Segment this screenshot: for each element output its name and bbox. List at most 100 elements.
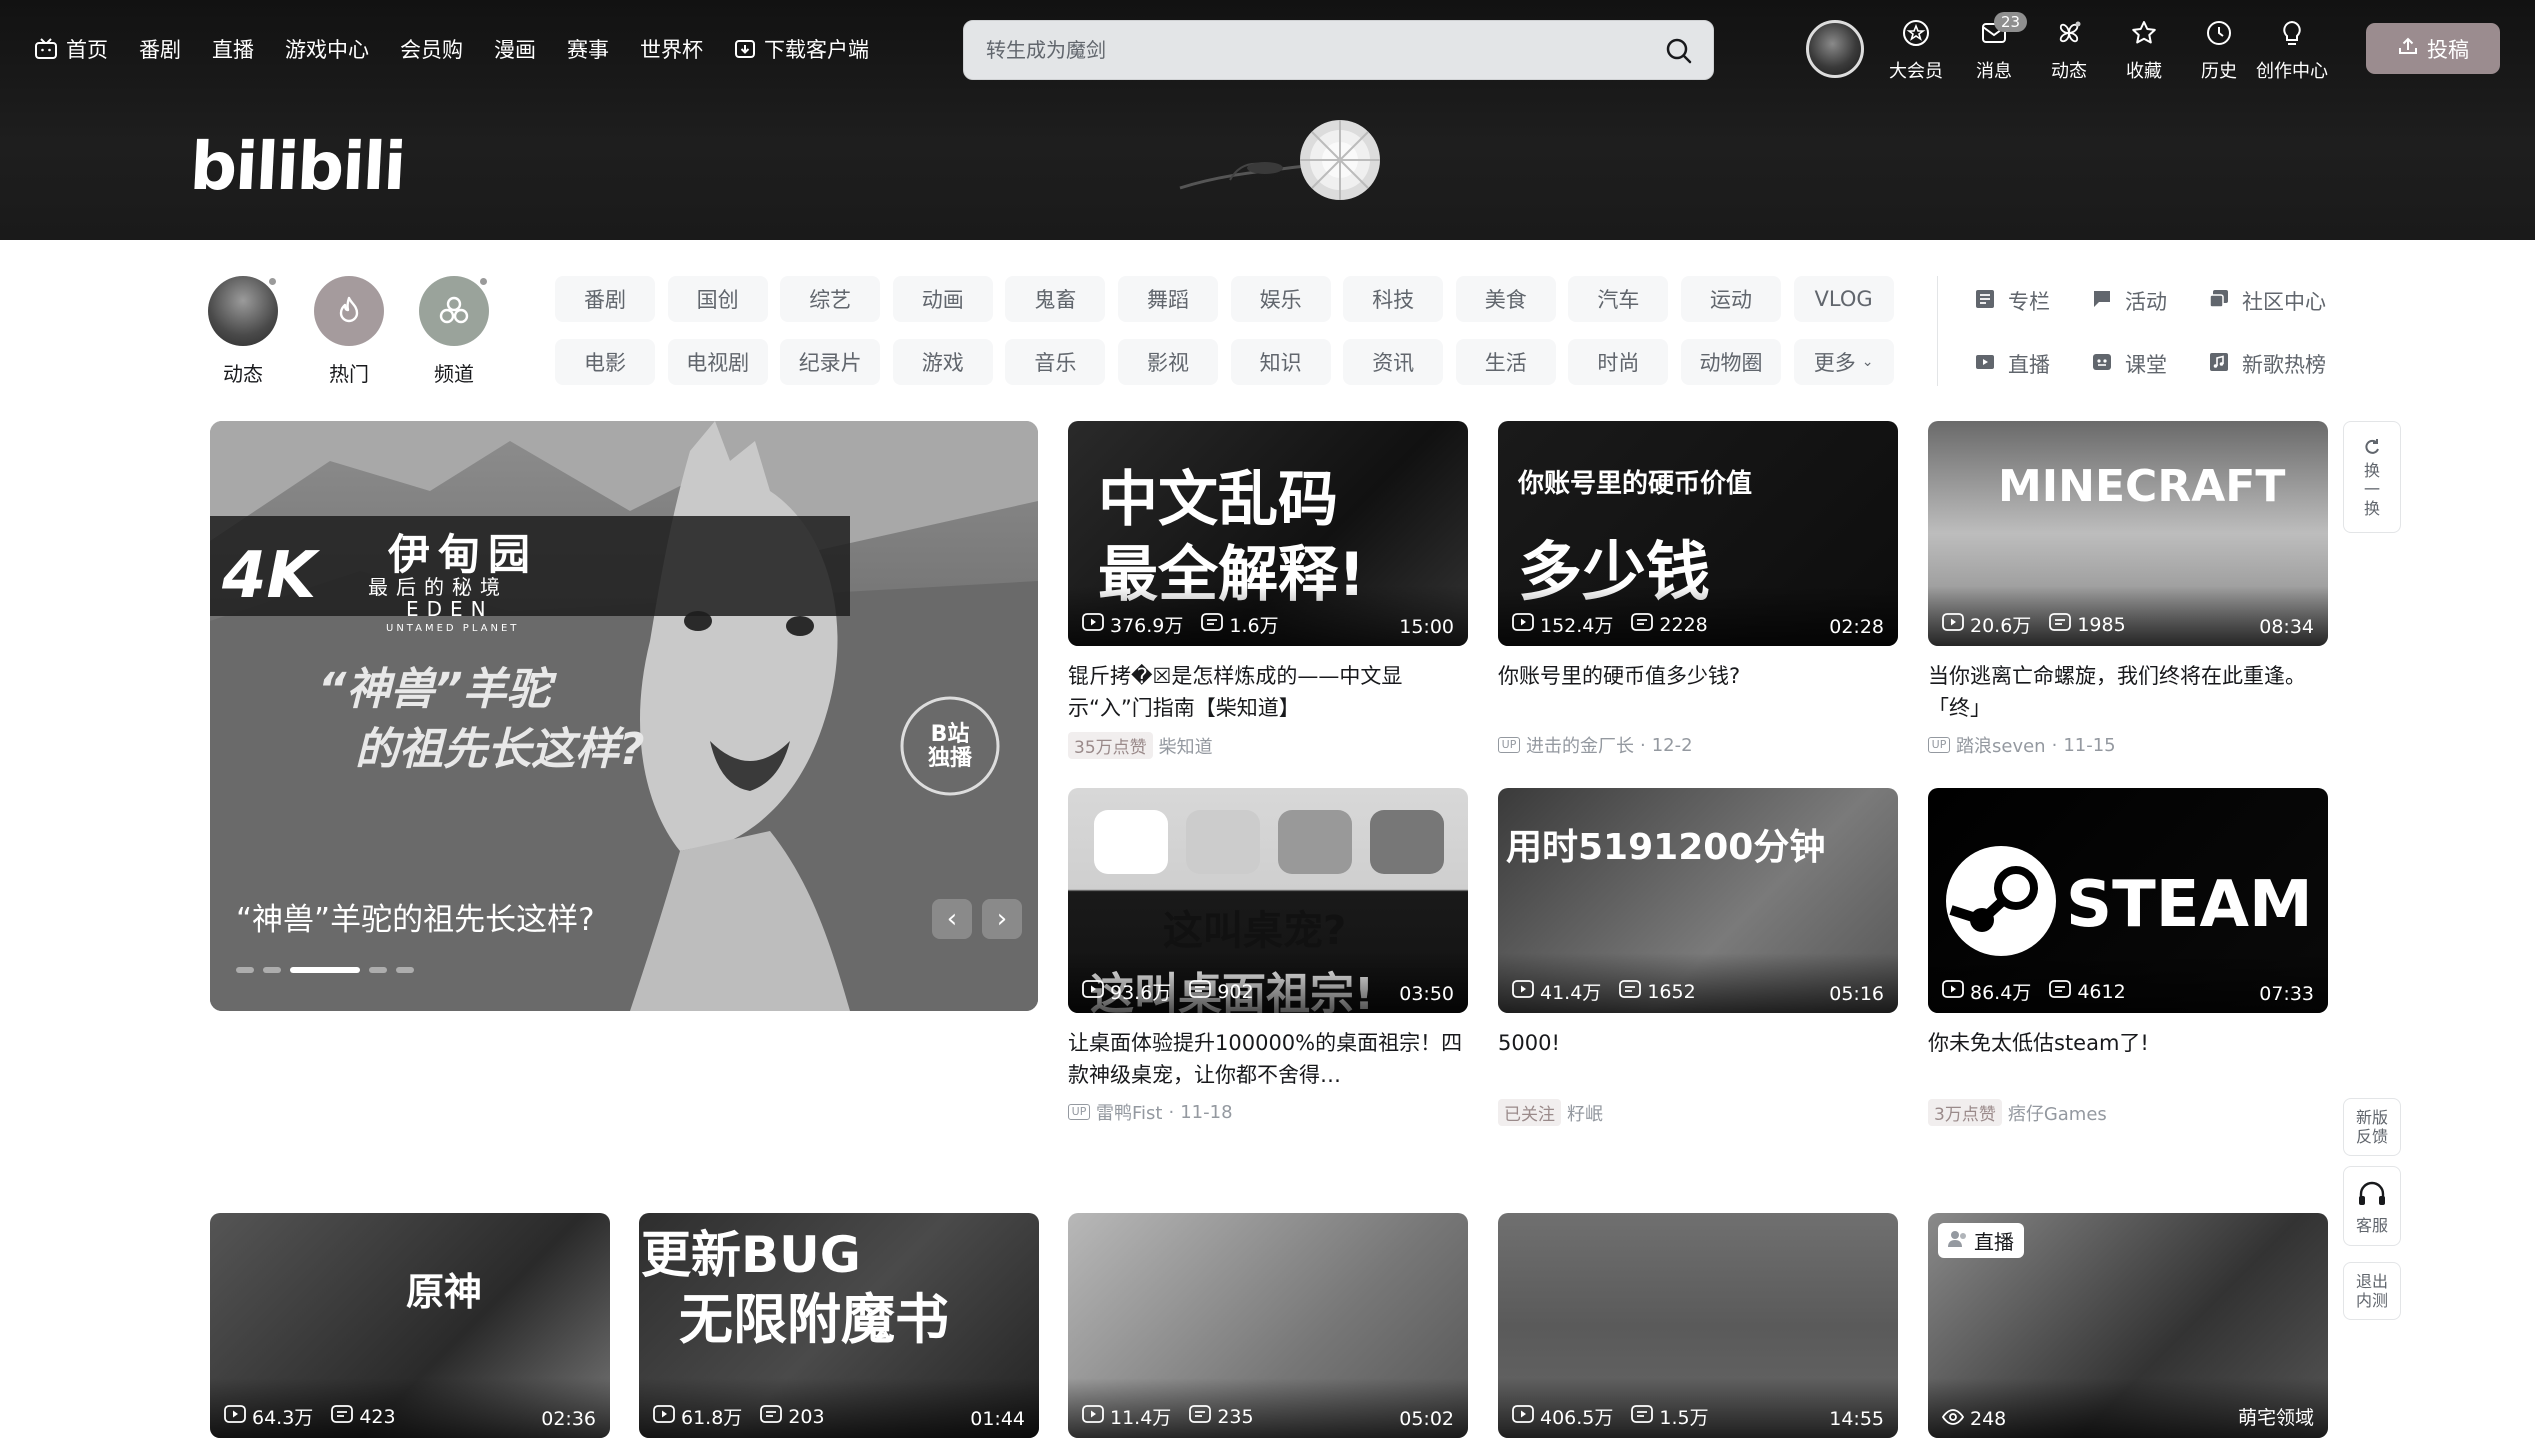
category-chip[interactable]: 生活 bbox=[1455, 339, 1556, 385]
bilibili-logo[interactable]: bilibili bbox=[188, 128, 406, 205]
user-avatar[interactable] bbox=[1806, 20, 1864, 78]
carousel-next-button[interactable]: › bbox=[982, 899, 1022, 939]
carousel-dot[interactable] bbox=[396, 967, 414, 973]
vip-entry[interactable]: 大会员 bbox=[1889, 18, 1943, 83]
category-chip[interactable]: 科技 bbox=[1343, 276, 1444, 322]
video-author[interactable]: 籽岷 bbox=[1567, 1100, 1603, 1126]
video-thumbnail[interactable]: 原神 64.3万 423 02:36 bbox=[210, 1213, 610, 1438]
nav-game-center[interactable]: 游戏中心 bbox=[285, 34, 369, 64]
feedback-button[interactable]: 新版反馈 bbox=[2343, 1098, 2401, 1156]
category-chip[interactable]: 音乐 bbox=[1005, 339, 1106, 385]
video-author[interactable]: 进击的金厂长 bbox=[1526, 732, 1634, 758]
category-chip[interactable]: 更多 ⌄ bbox=[1793, 339, 1894, 385]
dynamic-entry[interactable]: 动态 bbox=[2051, 18, 2087, 83]
channel-list[interactable]: 频道 bbox=[419, 276, 489, 387]
history-entry[interactable]: 历史 bbox=[2201, 18, 2237, 83]
search-icon[interactable] bbox=[1665, 37, 1693, 65]
side-link-article[interactable]: 专栏 bbox=[1974, 286, 2050, 316]
category-chip[interactable]: 汽车 bbox=[1568, 276, 1669, 322]
video-title[interactable]: 让桌面体验提升100000%的桌面祖宗！四款神级桌宠，让你都不舍得… bbox=[1068, 1027, 1468, 1091]
nav-home[interactable]: 首页 bbox=[34, 34, 108, 64]
video-card[interactable]: 这叫桌宠?这叫桌面祖宗!93.6万90203:50 让桌面体验提升100000%的… bbox=[1068, 788, 1468, 1125]
video-title[interactable]: 你未免太低估steam了! bbox=[1928, 1027, 2328, 1091]
category-chip[interactable]: 运动 bbox=[1681, 276, 1781, 322]
video-thumbnail[interactable]: 你账号里的硬币价值 多少钱 152.4万 2228 02:28 bbox=[1498, 421, 1898, 646]
channel-hot[interactable]: 热门 bbox=[314, 276, 384, 387]
category-chip[interactable]: 纪录片 bbox=[780, 339, 881, 385]
upload-button[interactable]: 投稿 bbox=[2366, 23, 2500, 74]
video-card[interactable]: 更新BUG 无限附魔书 61.8万 203 01:44 bbox=[639, 1213, 1039, 1438]
video-thumbnail[interactable]: 更新BUG 无限附魔书 61.8万 203 01:44 bbox=[639, 1213, 1039, 1438]
category-chip[interactable]: 电视剧 bbox=[667, 339, 768, 385]
nav-live[interactable]: 直播 bbox=[212, 34, 254, 64]
channel-dynamic[interactable]: 动态 bbox=[208, 276, 278, 387]
side-link-classroom[interactable]: 课堂 bbox=[2091, 349, 2167, 379]
category-chip[interactable]: 鬼畜 bbox=[1005, 276, 1106, 322]
video-card[interactable]: 用时5191200分钟 41.4万 1652 05:16 5000! 已关注 籽岷 bbox=[1498, 788, 1898, 1126]
video-card[interactable]: 中文乱码 最全解释! 376.9万 1.6万 15:00 锟斤拷�☒是怎样炼成的——中文显… bbox=[1068, 421, 1468, 759]
video-card[interactable]: 你账号里的硬币价值 多少钱 152.4万 2228 02:28 你账号里的硬币值多少钱? U… bbox=[1498, 421, 1898, 758]
video-thumbnail[interactable]: 中文乱码 最全解释! 376.9万 1.6万 15:00 bbox=[1068, 421, 1468, 646]
category-chip[interactable]: 娱乐 bbox=[1230, 276, 1331, 322]
video-thumbnail[interactable]: 406.5万 1.5万 14:55 bbox=[1498, 1213, 1898, 1438]
video-title[interactable]: 当你逃离亡命螺旋，我们终将在此重逢。「终」 bbox=[1928, 660, 2328, 724]
category-chip[interactable]: 影视 bbox=[1118, 339, 1218, 385]
chevron-right-icon: › bbox=[996, 904, 1008, 934]
side-link-community[interactable]: 社区中心 bbox=[2208, 286, 2326, 316]
video-thumbnail[interactable]: 用时5191200分钟 41.4万 1652 05:16 bbox=[1498, 788, 1898, 1013]
video-card[interactable]: 11.4万 235 05:02 bbox=[1068, 1213, 1468, 1438]
category-chip[interactable]: 资讯 bbox=[1343, 339, 1444, 385]
video-title[interactable]: 你账号里的硬币值多少钱? bbox=[1498, 660, 1898, 724]
carousel-dot[interactable] bbox=[236, 967, 254, 973]
video-thumbnail[interactable]: 直播 248 萌宅领域 bbox=[1928, 1213, 2328, 1438]
video-title[interactable]: 锟斤拷�☒是怎样炼成的——中文显示“⼊”门指南【柴知道】 bbox=[1068, 660, 1468, 724]
video-author[interactable]: 踏浪seven bbox=[1956, 732, 2046, 758]
video-thumbnail[interactable]: STEAM 86.4万 4612 07:33 bbox=[1928, 788, 2328, 1013]
category-chip[interactable]: VLOG bbox=[1793, 276, 1894, 322]
category-chip[interactable]: 知识 bbox=[1230, 339, 1331, 385]
category-chip[interactable]: 国创 bbox=[667, 276, 768, 322]
carousel-dot[interactable] bbox=[369, 967, 387, 973]
category-chip[interactable]: 番剧 bbox=[555, 276, 655, 322]
nav-download-client[interactable]: 下载客户端 bbox=[734, 34, 869, 64]
video-thumbnail[interactable]: 11.4万 235 05:02 bbox=[1068, 1213, 1468, 1438]
nav-mall[interactable]: 会员购 bbox=[400, 34, 463, 64]
category-chip[interactable]: 动物圈 bbox=[1681, 339, 1781, 385]
exit-beta-button[interactable]: 退出内测 bbox=[2343, 1262, 2401, 1320]
carousel-title[interactable]: “神兽”羊驼的祖先长这样? bbox=[236, 894, 595, 939]
nav-manga[interactable]: 漫画 bbox=[494, 34, 536, 64]
nav-bangumi[interactable]: 番剧 bbox=[139, 34, 181, 64]
video-card[interactable]: 406.5万 1.5万 14:55 bbox=[1498, 1213, 1898, 1438]
side-link-music-chart[interactable]: 新歌热榜 bbox=[2208, 349, 2326, 379]
video-thumbnail[interactable]: MINECRAFT 20.6万 1985 08:34 bbox=[1928, 421, 2328, 646]
side-link-activity[interactable]: 活动 bbox=[2091, 286, 2167, 316]
creator-center-entry[interactable]: 创作中心 bbox=[2256, 18, 2328, 83]
category-chip[interactable]: 动画 bbox=[892, 276, 993, 322]
banner-carousel[interactable]: 4K 伊甸园 最后的秘境 EDEN UNTAMED PLANET “神兽”羊驼 … bbox=[210, 421, 1038, 1011]
nav-worldcup[interactable]: 世界杯 bbox=[640, 34, 703, 64]
nav-match[interactable]: 赛事 bbox=[567, 34, 609, 64]
category-chip[interactable]: 舞蹈 bbox=[1118, 276, 1218, 322]
video-thumbnail[interactable]: 这叫桌宠?这叫桌面祖宗!93.6万90203:50 bbox=[1068, 788, 1468, 1013]
refresh-button[interactable]: 换一换 bbox=[2343, 421, 2401, 533]
video-card[interactable]: MINECRAFT 20.6万 1985 08:34 当你逃离亡命螺旋，我们终将在此重逢… bbox=[1928, 421, 2328, 758]
customer-service-button[interactable]: 客服 bbox=[2343, 1166, 2401, 1246]
carousel-dot[interactable] bbox=[263, 967, 281, 973]
video-title[interactable]: 5000! bbox=[1498, 1027, 1898, 1091]
video-card[interactable]: 直播 248 萌宅领域 bbox=[1928, 1213, 2328, 1438]
search-input[interactable] bbox=[984, 21, 1624, 79]
video-card[interactable]: 原神 64.3万 423 02:36 bbox=[210, 1213, 610, 1438]
favorites-entry[interactable]: 收藏 bbox=[2126, 18, 2162, 83]
video-author[interactable]: 雷鸭Fist bbox=[1096, 1099, 1162, 1125]
carousel-dot[interactable] bbox=[290, 967, 360, 973]
video-card[interactable]: STEAM 86.4万 4612 07:33 你未免太低估steam了! 3万点赞 痞仔Ga… bbox=[1928, 788, 2328, 1126]
carousel-prev-button[interactable]: ‹ bbox=[932, 899, 972, 939]
category-chip[interactable]: 综艺 bbox=[780, 276, 881, 322]
video-author[interactable]: 柴知道 bbox=[1159, 733, 1213, 759]
category-chip[interactable]: 时尚 bbox=[1568, 339, 1669, 385]
video-author[interactable]: 痞仔Games bbox=[2008, 1100, 2107, 1126]
category-chip[interactable]: 游戏 bbox=[892, 339, 993, 385]
category-chip[interactable]: 电影 bbox=[555, 339, 655, 385]
category-chip[interactable]: 美食 bbox=[1455, 276, 1556, 322]
side-link-live[interactable]: 直播 bbox=[1974, 349, 2050, 379]
